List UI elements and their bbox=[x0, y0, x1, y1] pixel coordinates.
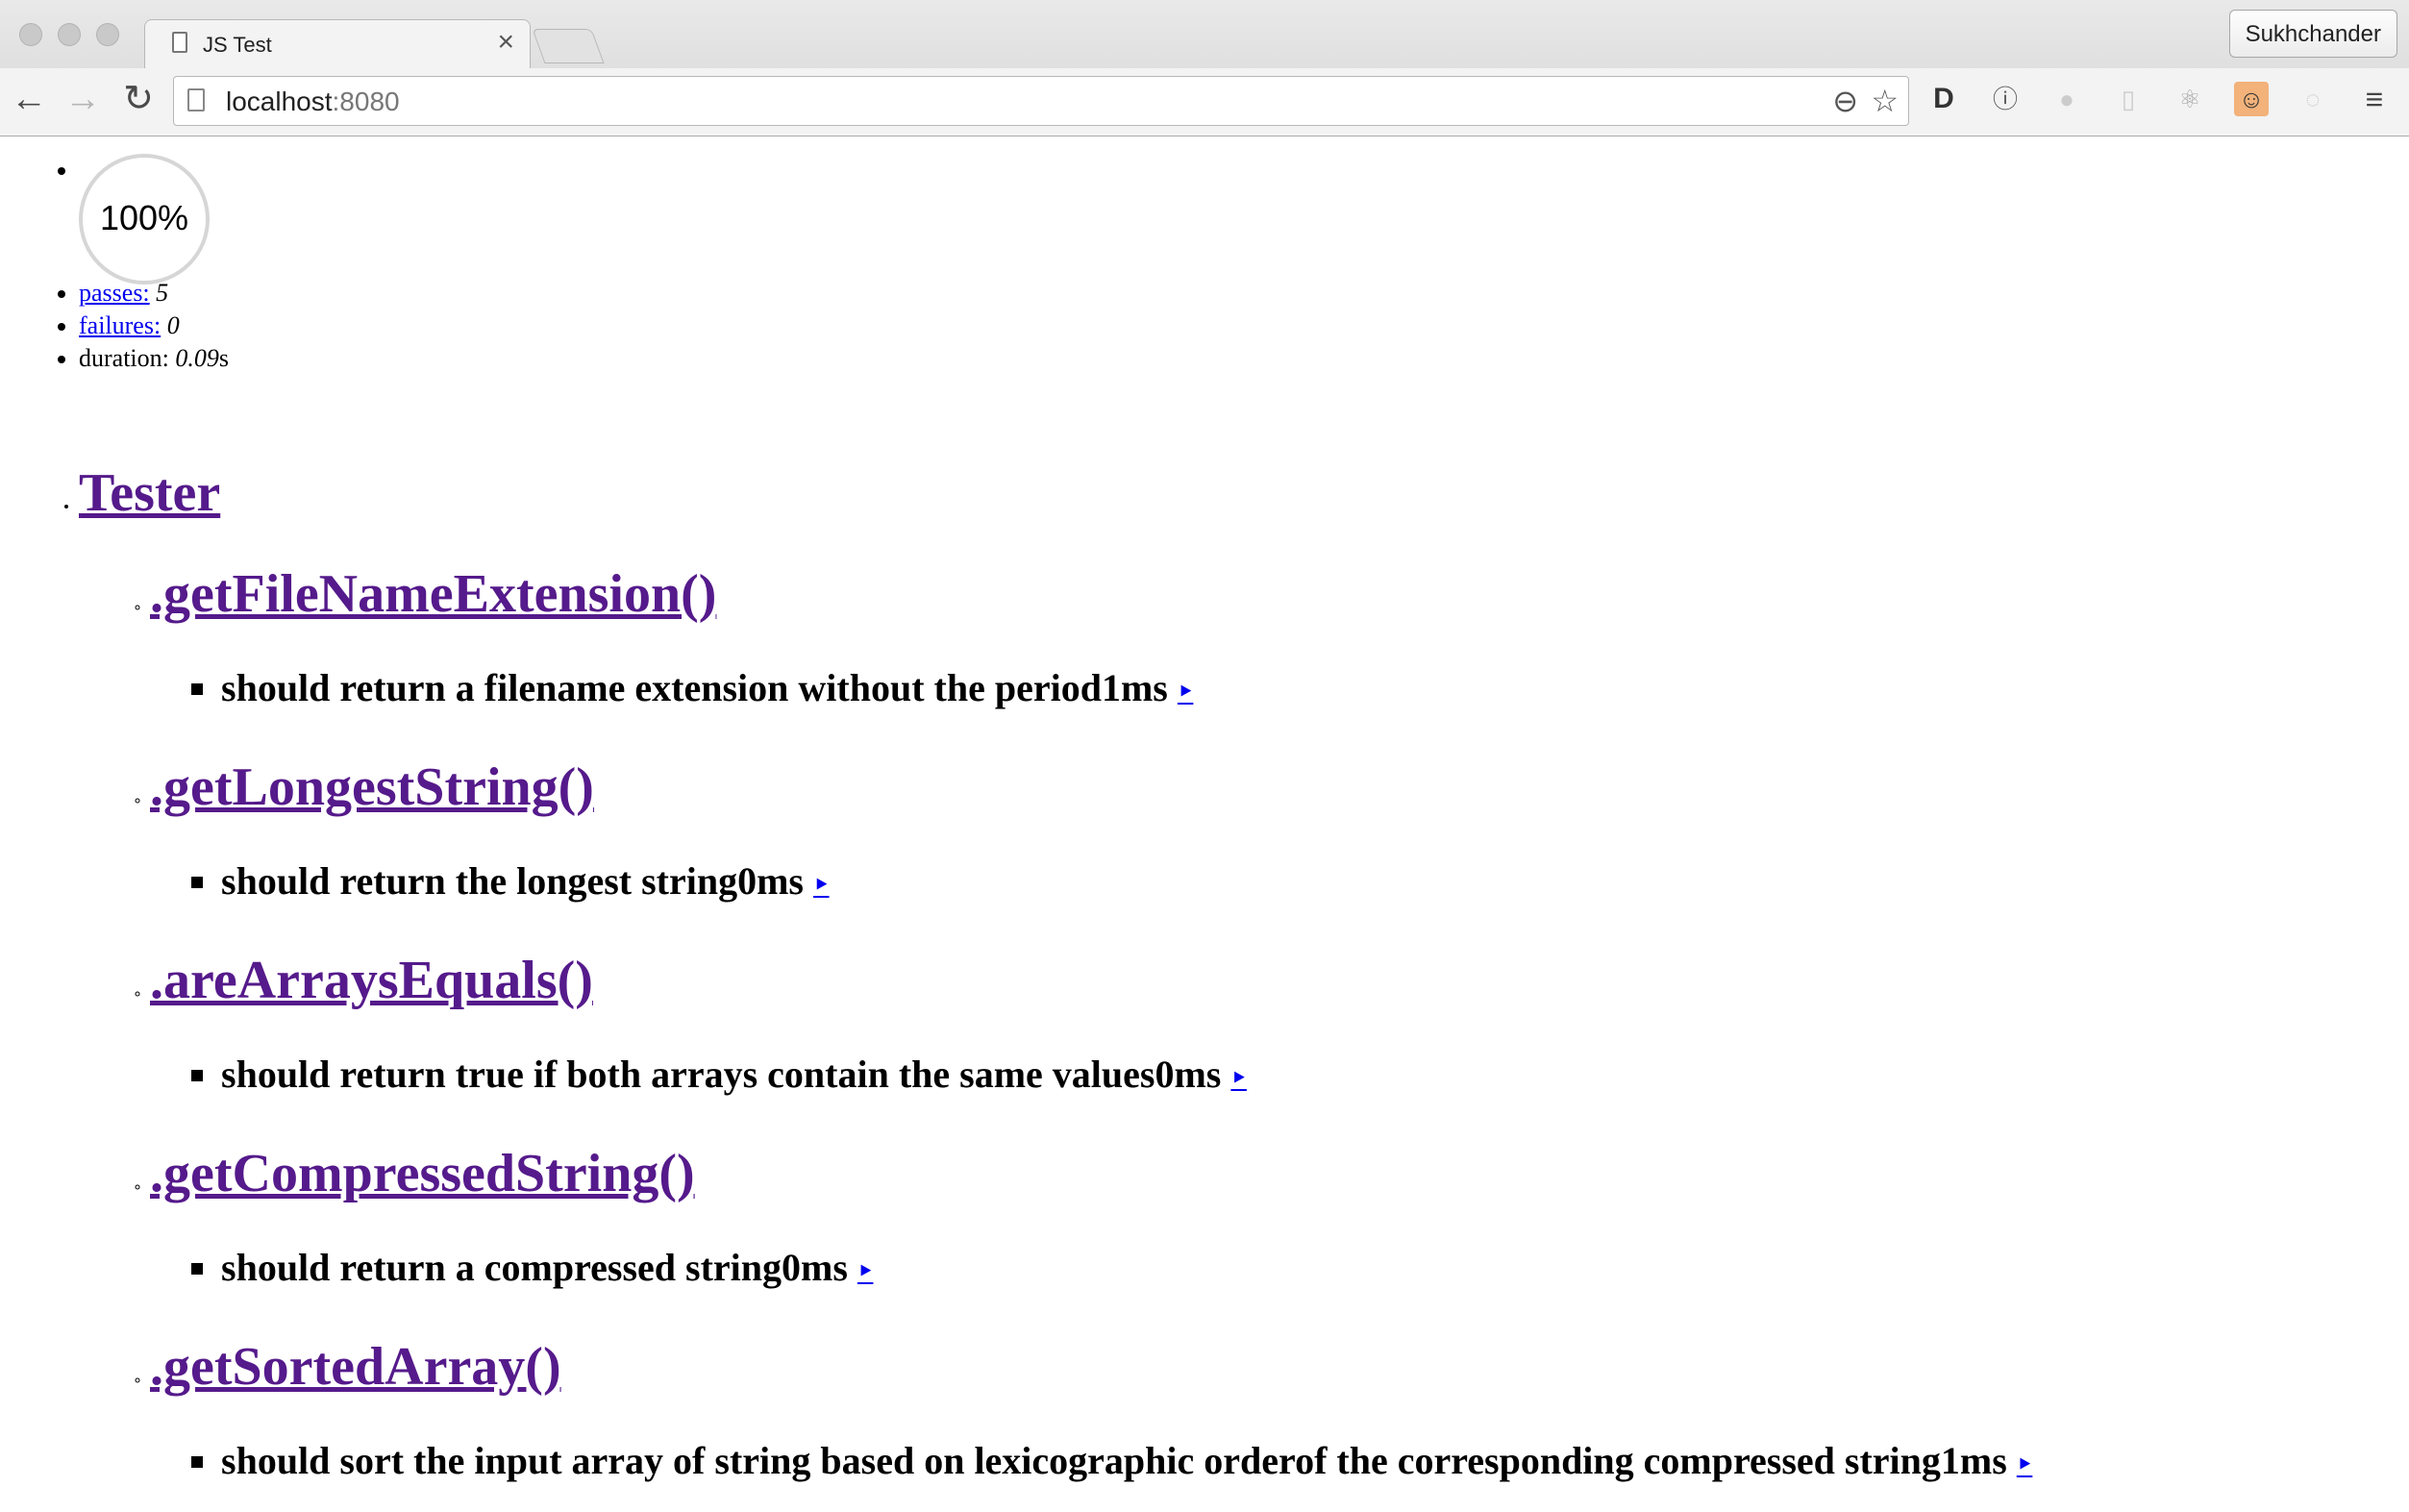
toolbar: ← → ↻ localhost:8080 ⊖ ☆ D ⓘ ● ▯ ⚛ ☺ ◌ ≡ bbox=[0, 68, 2409, 136]
suite-title: .getCompressedString() bbox=[150, 1126, 2032, 1222]
failures-link[interactable]: failures: bbox=[79, 311, 161, 339]
close-window-button[interactable] bbox=[19, 23, 42, 46]
test-duration: 0ms bbox=[1155, 1053, 1222, 1096]
test-title: should return a filename extension witho… bbox=[221, 666, 1102, 709]
zoom-icon[interactable]: ⊖ bbox=[1832, 85, 1858, 117]
suite-link[interactable]: .getSortedArray() bbox=[150, 1337, 561, 1397]
test-title: should return true if both arrays contai… bbox=[221, 1053, 1155, 1096]
extension-face-icon[interactable]: ☺ bbox=[2234, 82, 2269, 116]
test-duration: 0ms bbox=[782, 1246, 848, 1289]
replay-icon[interactable]: ‣ bbox=[813, 871, 830, 901]
suite-link[interactable]: .getCompressedString() bbox=[150, 1144, 695, 1203]
test-duration: 1ms bbox=[1101, 666, 1168, 709]
progress-value: 100% bbox=[99, 198, 189, 237]
test-title: should sort the input array of string ba… bbox=[221, 1439, 1941, 1482]
tab-js-test[interactable]: JS Test × bbox=[144, 19, 531, 69]
mocha-stats: 100% passes: 5 failures: 0 duration: 0.0… bbox=[79, 154, 229, 375]
failures-value: 0 bbox=[166, 311, 180, 339]
test-list: should return a compressed string0ms ‣ bbox=[150, 1222, 2032, 1319]
test-list: should return true if both arrays contai… bbox=[150, 1029, 2032, 1126]
menu-icon[interactable]: ≡ bbox=[2357, 82, 2392, 116]
minimize-window-button[interactable] bbox=[58, 23, 81, 46]
url-host: localhost bbox=[226, 87, 333, 116]
bookmark-star-icon[interactable]: ☆ bbox=[1871, 85, 1899, 117]
address-bar[interactable]: localhost:8080 ⊖ ☆ bbox=[173, 76, 1909, 126]
extension-spinner-icon[interactable]: ◌ bbox=[2296, 82, 2330, 116]
suite-title: .areArraysEquals() bbox=[150, 932, 2032, 1029]
mocha-page: 100% passes: 5 failures: 0 duration: 0.0… bbox=[0, 136, 2409, 1486]
page-icon bbox=[172, 32, 187, 53]
failures-stat: failures: 0 bbox=[79, 310, 229, 342]
suite-list: .getFileNameExtension() should return a … bbox=[79, 546, 2032, 1512]
page-icon bbox=[187, 88, 205, 112]
suite-title: .getSortedArray() bbox=[150, 1319, 2032, 1415]
duration-label: duration: bbox=[79, 344, 169, 372]
suite: .getLongestString() should return the lo… bbox=[150, 739, 2032, 932]
test-item: should return a compressed string0ms ‣ bbox=[221, 1222, 2032, 1319]
replay-icon[interactable]: ‣ bbox=[2017, 1450, 2033, 1480]
suite-link[interactable]: .areArraysEquals() bbox=[150, 951, 593, 1010]
suite: .areArraysEquals() should return true if… bbox=[150, 932, 2032, 1126]
url-text[interactable]: localhost:8080 bbox=[226, 87, 400, 117]
replay-icon[interactable]: ‣ bbox=[1230, 1064, 1247, 1094]
browser-chrome: JS Test × Sukhchander ← → ↻ localhost:80… bbox=[0, 0, 2409, 136]
test-duration: 0ms bbox=[737, 859, 804, 903]
close-icon[interactable]: × bbox=[497, 26, 514, 58]
duration-value: 0.09 bbox=[175, 344, 219, 372]
forward-icon[interactable]: → bbox=[63, 80, 102, 118]
test-title: should return the longest string bbox=[221, 859, 738, 903]
suite: .getCompressedString() should return a c… bbox=[150, 1126, 2032, 1319]
test-item: should return true if both arrays contai… bbox=[221, 1029, 2032, 1126]
extension-page-icon[interactable]: ▯ bbox=[2111, 82, 2146, 116]
profile-button[interactable]: Sukhchander bbox=[2228, 10, 2397, 58]
test-list: should sort the input array of string ba… bbox=[150, 1415, 2032, 1512]
extension-info-icon[interactable]: ⓘ bbox=[1988, 82, 2023, 116]
suite-title: Tester bbox=[79, 440, 2032, 546]
url-port: :8080 bbox=[332, 87, 400, 116]
test-title: should return a compressed string bbox=[221, 1246, 782, 1289]
suite-title: .getFileNameExtension() bbox=[150, 546, 2032, 642]
replay-icon[interactable]: ‣ bbox=[857, 1257, 874, 1287]
back-icon[interactable]: ← bbox=[10, 80, 48, 118]
duration-unit: s bbox=[218, 344, 229, 372]
react-devtools-icon[interactable]: ⚛ bbox=[2173, 82, 2207, 116]
root-suite-link[interactable]: Tester bbox=[79, 463, 220, 523]
mocha-report: Tester .getFileNameExtension() should re… bbox=[79, 440, 2032, 1512]
progress-item: 100% bbox=[79, 154, 229, 285]
suite-link[interactable]: .getFileNameExtension() bbox=[150, 564, 716, 624]
suite: .getSortedArray() should sort the input … bbox=[150, 1319, 2032, 1512]
suite: .getFileNameExtension() should return a … bbox=[150, 546, 2032, 739]
tab-title: JS Test bbox=[203, 33, 272, 57]
suite-link[interactable]: .getLongestString() bbox=[150, 757, 594, 817]
test-duration: 1ms bbox=[1940, 1439, 2007, 1482]
new-tab-button[interactable] bbox=[532, 29, 605, 63]
root-suite: Tester .getFileNameExtension() should re… bbox=[79, 440, 2032, 1512]
extension-circle-icon[interactable]: ● bbox=[2049, 82, 2084, 116]
progress-ring: 100% bbox=[79, 154, 210, 285]
test-item: should return the longest string0ms ‣ bbox=[221, 835, 2032, 932]
suite-title: .getLongestString() bbox=[150, 739, 2032, 835]
extension-d-icon[interactable]: D bbox=[1926, 82, 1961, 116]
test-list: should return a filename extension witho… bbox=[150, 642, 2032, 739]
reload-icon[interactable]: ↻ bbox=[119, 80, 158, 118]
test-item: should return a filename extension witho… bbox=[221, 642, 2032, 739]
test-list: should return the longest string0ms ‣ bbox=[150, 835, 2032, 932]
duration-stat: duration: 0.09s bbox=[79, 342, 229, 375]
replay-icon[interactable]: ‣ bbox=[1178, 678, 1194, 707]
test-item: should sort the input array of string ba… bbox=[221, 1415, 2032, 1512]
zoom-window-button[interactable] bbox=[96, 23, 119, 46]
